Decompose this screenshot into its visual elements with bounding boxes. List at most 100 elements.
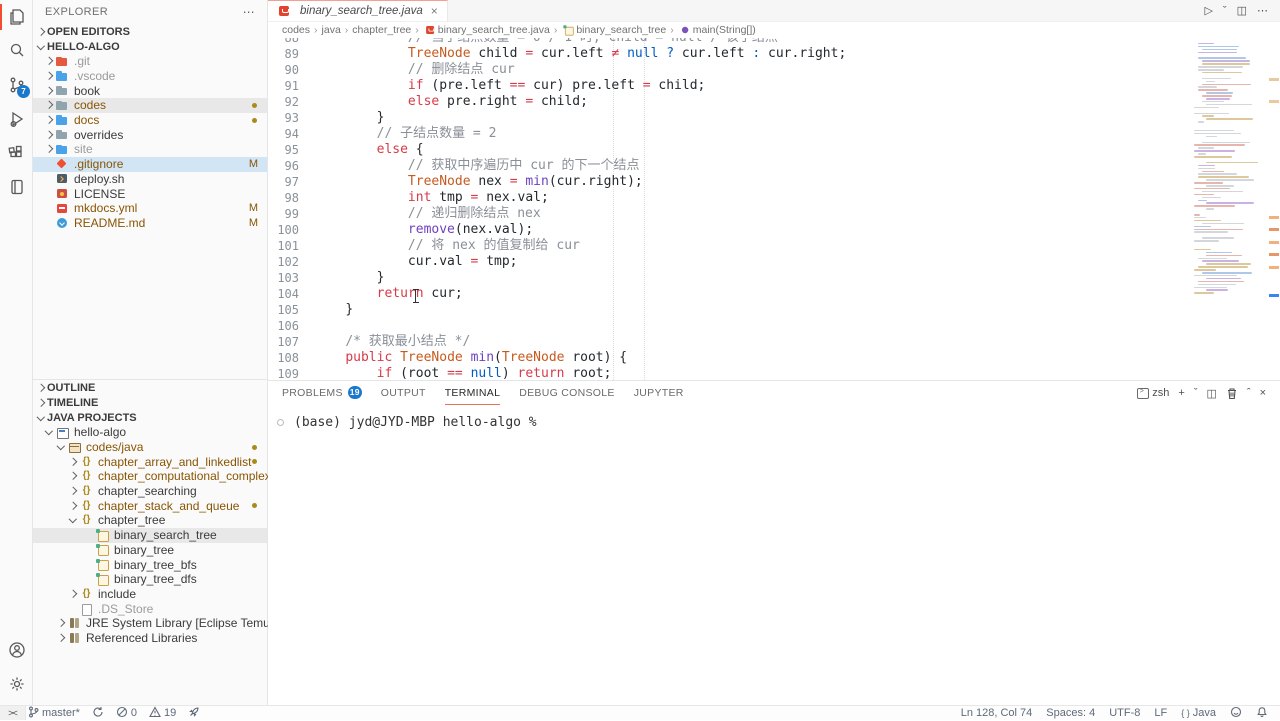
tab-binary-search-tree[interactable]: binary_search_tree.java × xyxy=(268,0,448,21)
notifications[interactable] xyxy=(1256,706,1268,721)
code-line[interactable]: 100 remove(nex.val); xyxy=(268,222,1192,238)
code-line[interactable]: 91 if (pre.left == cur) pre.left = child… xyxy=(268,78,1192,94)
code-line[interactable]: 103 } xyxy=(268,270,1192,286)
new-terminal-icon[interactable]: + xyxy=(1178,387,1184,399)
split-terminal-icon[interactable]: ◫ xyxy=(1206,387,1216,400)
tree-item--vscode[interactable]: .vscode xyxy=(33,69,267,84)
search-icon[interactable] xyxy=(0,34,33,68)
tree-item-docs[interactable]: docs xyxy=(33,113,267,128)
code-line[interactable]: 108 public TreeNode min(TreeNode root) { xyxy=(268,350,1192,366)
cursor-position[interactable]: Ln 128, Col 74 xyxy=(961,707,1033,719)
tree-item-chapter-searching[interactable]: {}chapter_searching xyxy=(33,484,267,499)
code-line[interactable]: 99 // 递归删除结点 nex xyxy=(268,206,1192,222)
breadcrumb-item[interactable]: binary_search_tree.java xyxy=(423,23,550,37)
feedback[interactable] xyxy=(1230,706,1242,721)
timeline-section[interactable]: TIMELINE xyxy=(33,395,267,410)
terminal-dropdown-icon[interactable]: ˇ xyxy=(1194,387,1198,399)
sync[interactable] xyxy=(92,706,104,721)
code-line[interactable]: 101 // 将 nex 的值复制给 cur xyxy=(268,238,1192,254)
tree-item-overrides[interactable]: overrides xyxy=(33,127,267,142)
tree-item-binary-tree-dfs[interactable]: binary_tree_dfs xyxy=(33,572,267,587)
code-line[interactable]: 95 else { xyxy=(268,142,1192,158)
outline-section[interactable]: OUTLINE xyxy=(33,380,267,395)
tree-item-chapter-tree[interactable]: {}chapter_tree xyxy=(33,513,267,528)
run-dropdown-icon[interactable]: ˇ xyxy=(1223,5,1227,17)
minimap[interactable] xyxy=(1192,38,1268,380)
tree-item-book[interactable]: book xyxy=(33,83,267,98)
panel-tab-jupyter[interactable]: JUPYTER xyxy=(634,381,684,405)
code-line[interactable]: 94 // 子结点数量 = 2 xyxy=(268,126,1192,142)
tree-item-hello-algo[interactable]: hello-algo xyxy=(33,425,267,440)
code-line[interactable]: 104 return cur; xyxy=(268,286,1192,302)
tree-item-binary-search-tree[interactable]: binary_search_tree xyxy=(33,528,267,543)
tree-item-deploy-sh[interactable]: deploy.sh xyxy=(33,172,267,187)
launch[interactable] xyxy=(188,706,200,721)
code-line[interactable]: 88 // 当子结点数量 = 0 / 1 时, child = null / 该… xyxy=(268,38,1192,46)
breadcrumb-item[interactable]: main(String[]) xyxy=(678,23,756,37)
language-mode[interactable]: { }Java xyxy=(1181,707,1216,719)
java-projects-section[interactable]: JAVA PROJECTS xyxy=(33,410,267,425)
tree-item-referenced-libraries[interactable]: Referenced Libraries xyxy=(33,631,267,646)
workspace-root-section[interactable]: HELLO-ALGO xyxy=(33,39,267,54)
open-editors-section[interactable]: OPEN EDITORS xyxy=(33,24,267,39)
settings-gear-icon[interactable] xyxy=(0,667,33,701)
git-branch[interactable]: master* xyxy=(28,706,80,721)
errors[interactable]: 0 xyxy=(116,706,137,721)
code-line[interactable]: 89 TreeNode child = cur.left ≠ null ? cu… xyxy=(268,46,1192,62)
shell-selector[interactable]: zsh xyxy=(1137,387,1169,399)
breadcrumb-item[interactable]: codes xyxy=(282,24,310,36)
tab-close-icon[interactable]: × xyxy=(431,4,438,18)
breadcrumb-item[interactable]: chapter_tree xyxy=(352,24,411,36)
extensions-icon[interactable] xyxy=(0,136,33,170)
run-icon[interactable]: ▷ xyxy=(1204,4,1212,17)
code-line[interactable]: 106 xyxy=(268,318,1192,334)
tree-item-chapter-array-and-linkedlist[interactable]: {}chapter_array_and_linkedlist xyxy=(33,454,267,469)
tree-item-include[interactable]: {}include xyxy=(33,587,267,602)
code-line[interactable]: 97 TreeNode nex = min(cur.right); xyxy=(268,174,1192,190)
overview-ruler[interactable] xyxy=(1268,38,1280,380)
code-line[interactable]: 109 if (root == null) return root; xyxy=(268,366,1192,380)
run-debug-icon[interactable] xyxy=(0,102,33,136)
account-icon[interactable] xyxy=(0,633,33,667)
remote-indicator[interactable]: >< xyxy=(0,706,26,720)
tree-item--git[interactable]: .git xyxy=(33,54,267,69)
more-actions-icon[interactable]: ⋯ xyxy=(1257,4,1268,17)
close-panel-icon[interactable]: × xyxy=(1260,387,1266,399)
split-editor-icon[interactable]: ◫ xyxy=(1237,4,1247,17)
terminal-content[interactable]: (base) jyd@JYD-MBP hello-algo % xyxy=(268,405,1280,430)
warnings[interactable]: 19 xyxy=(149,706,176,721)
panel-tab-debug-console[interactable]: DEBUG CONSOLE xyxy=(519,381,615,405)
eol[interactable]: LF xyxy=(1154,707,1167,719)
tree-item-chapter-stack-and-queue[interactable]: {}chapter_stack_and_queue xyxy=(33,498,267,513)
code-line[interactable]: 90 // 删除结点 cur xyxy=(268,62,1192,78)
breadcrumb-item[interactable]: binary_search_tree xyxy=(561,23,666,37)
indentation[interactable]: Spaces: 4 xyxy=(1046,707,1095,719)
tree-item-license[interactable]: LICENSE xyxy=(33,186,267,201)
code-editor[interactable]: 88 // 当子结点数量 = 0 / 1 时, child = null / 该… xyxy=(268,38,1192,380)
tree-item-binary-tree-bfs[interactable]: binary_tree_bfs xyxy=(33,557,267,572)
code-line[interactable]: 98 int tmp = nex.val; xyxy=(268,190,1192,206)
tree-item-mkdocs-yml[interactable]: mkdocs.ymlM xyxy=(33,201,267,216)
tree-item-chapter-computational-complexity[interactable]: {}chapter_computational_complexity xyxy=(33,469,267,484)
tree-item-codes-java[interactable]: codes/java xyxy=(33,440,267,455)
encoding[interactable]: UTF-8 xyxy=(1109,707,1140,719)
code-line[interactable]: 92 else pre.right = child; xyxy=(268,94,1192,110)
notebook-icon[interactable] xyxy=(0,170,33,204)
source-control-icon[interactable]: 7 xyxy=(0,68,33,102)
tree-item-jre-system-library-eclipse-temurin-17-17-[interactable]: JRE System Library [Eclipse Temurin 17 [… xyxy=(33,616,267,631)
tree-item-binary-tree[interactable]: binary_tree xyxy=(33,543,267,558)
panel-tab-problems[interactable]: PROBLEMS19 xyxy=(282,381,362,405)
tree-item--gitignore[interactable]: .gitignoreM xyxy=(33,157,267,172)
tree-item-site[interactable]: site xyxy=(33,142,267,157)
tree-item--ds-store[interactable]: .DS_Store xyxy=(33,601,267,616)
explorer-more-icon[interactable]: ⋯ xyxy=(243,5,255,19)
tree-item-readme-md[interactable]: README.mdM xyxy=(33,216,267,231)
breadcrumb-item[interactable]: java xyxy=(322,24,341,36)
files-icon[interactable] xyxy=(0,0,33,34)
panel-tab-output[interactable]: OUTPUT xyxy=(381,381,426,405)
code-line[interactable]: 96 // 获取中序遍历中 cur 的下一个结点 xyxy=(268,158,1192,174)
panel-tab-terminal[interactable]: TERMINAL xyxy=(445,381,501,405)
code-line[interactable]: 105 } xyxy=(268,302,1192,318)
tree-item-codes[interactable]: codes xyxy=(33,98,267,113)
kill-terminal-icon[interactable] xyxy=(1226,387,1238,400)
